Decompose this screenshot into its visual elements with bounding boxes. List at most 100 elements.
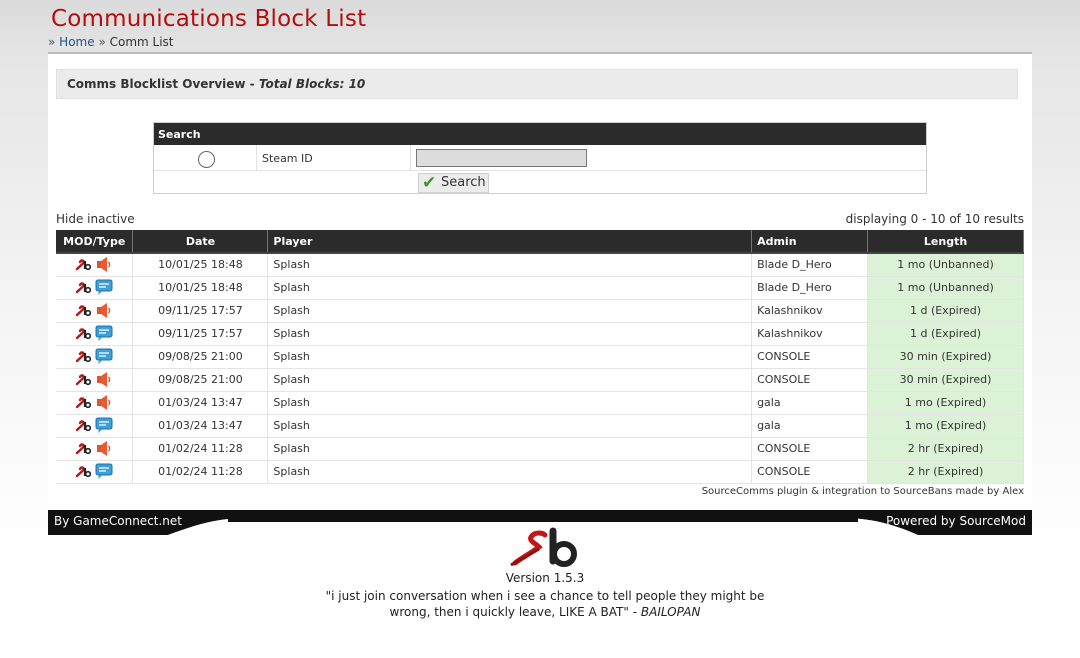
table-row[interactable]: 09/08/25 21:00 Splash CONSOLE 30 min (Expir… [56, 368, 1024, 392]
modtype-cell [56, 322, 134, 346]
date-cell: 09/08/25 21:00 [132, 368, 269, 392]
table-row[interactable]: 10/01/25 18:48 Splash Blade D_Hero 1 mo (Un… [56, 276, 1024, 300]
table-row[interactable]: 09/08/25 21:00 Splash CONSOLE 30 min (Expir… [56, 345, 1024, 369]
length-cell: 1 mo (Unbanned) [867, 276, 1024, 300]
player-cell: Splash [267, 299, 753, 323]
length-cell: 30 min (Expired) [867, 368, 1024, 392]
sourcemod-icon [75, 465, 91, 477]
table-header-row: MOD/Type Date Player Admin Length [56, 230, 1024, 253]
length-cell: 1 mo (Expired) [867, 391, 1024, 415]
table-row[interactable]: 10/01/25 18:48 Splash Blade D_Hero 1 mo (Un… [56, 252, 1024, 277]
admin-cell: CONSOLE [751, 460, 869, 484]
col-header-player: Player [267, 230, 753, 253]
table-row[interactable]: 01/02/24 11:28 Splash CONSOLE 2 hr (Expired… [56, 460, 1024, 484]
search-box: Search Steam ID ✔ Search [153, 122, 927, 194]
modtype-cell [56, 414, 134, 438]
col-header-date: Date [132, 230, 269, 253]
length-cell: 1 d (Expired) [867, 322, 1024, 346]
breadcrumb-current: Comm List [109, 35, 174, 49]
sourcemod-icon [75, 327, 91, 339]
search-row-steamid: Steam ID [154, 145, 926, 171]
hide-inactive-link[interactable]: Hide inactive [56, 212, 135, 226]
voice-mute-icon [96, 395, 111, 410]
player-cell: Splash [267, 437, 753, 461]
content-panel: Comms Blocklist Overview - Total Blocks:… [48, 52, 1032, 510]
total-blocks: Total Blocks: 10 [258, 77, 366, 91]
table-row[interactable]: 09/11/25 17:57 Splash Kalashnikov 1 d (Expi… [56, 299, 1024, 323]
radio-cell [154, 145, 257, 171]
modtype-cell [56, 252, 134, 277]
search-button-label: Search [441, 175, 486, 190]
steamid-input[interactable] [416, 149, 587, 167]
voice-mute-icon [96, 303, 111, 318]
voice-mute-icon [96, 257, 111, 273]
modtype-cell [56, 368, 134, 392]
date-cell: 01/03/24 13:47 [132, 414, 269, 438]
credit-text: SourceComms plugin & integration to Sour… [701, 486, 1024, 497]
player-cell: Splash [267, 322, 753, 346]
search-button[interactable]: ✔ Search [418, 173, 489, 193]
version-text: Version 1.5.3 [505, 571, 585, 585]
player-cell: Splash [267, 276, 753, 300]
admin-cell: CONSOLE [751, 437, 869, 461]
sourcemod-icon [75, 350, 91, 362]
modtype-cell [56, 345, 134, 369]
date-cell: 09/11/25 17:57 [132, 299, 269, 323]
admin-cell: Kalashnikov [751, 299, 869, 323]
steamid-radio[interactable] [198, 151, 215, 168]
chat-gag-icon [95, 325, 113, 341]
admin-cell: Blade D_Hero [751, 276, 869, 300]
sourcebans-logo [510, 527, 577, 567]
modtype-cell [56, 391, 134, 415]
sourcemod-icon [75, 419, 91, 431]
breadcrumb: » Home » Comm List [48, 35, 174, 49]
length-cell: 1 mo (Expired) [867, 414, 1024, 438]
steamid-label: Steam ID [257, 145, 411, 171]
sourcemod-icon [75, 259, 91, 270]
length-cell: 1 mo (Unbanned) [867, 252, 1024, 277]
col-header-admin: Admin [751, 230, 869, 253]
footer-left[interactable]: By GameConnect.net [54, 514, 182, 528]
footer-right[interactable]: Powered by SourceMod [886, 514, 1026, 528]
admin-cell: gala [751, 414, 869, 438]
table-row[interactable]: 09/11/25 17:57 Splash Kalashnikov 1 d (Expi… [56, 322, 1024, 346]
player-cell: Splash [267, 460, 753, 484]
date-cell: 01/02/24 11:28 [132, 460, 269, 484]
search-heading: Search [154, 123, 926, 145]
col-header-modtype: MOD/Type [56, 230, 134, 253]
table-row[interactable]: 01/02/24 11:28 Splash CONSOLE 2 hr (Expired… [56, 437, 1024, 461]
voice-mute-icon [96, 441, 111, 456]
breadcrumb-separator: » [98, 35, 106, 49]
date-cell: 09/11/25 17:57 [132, 322, 269, 346]
overview-bar: Comms Blocklist Overview - Total Blocks:… [56, 69, 1018, 99]
chat-gag-icon [95, 417, 113, 433]
modtype-cell [56, 299, 134, 323]
admin-cell: CONSOLE [751, 345, 869, 369]
table-row[interactable]: 01/03/24 13:47 Splash gala 1 mo (Expired) [56, 414, 1024, 438]
chat-gag-icon [95, 463, 113, 479]
admin-cell: Blade D_Hero [751, 252, 869, 277]
sourcemod-icon [75, 281, 91, 293]
player-cell: Splash [267, 414, 753, 438]
overview-label: Comms Blocklist Overview - [67, 77, 259, 91]
sourcemod-icon [75, 396, 91, 408]
player-cell: Splash [267, 368, 753, 392]
page-title: Communications Block List [51, 6, 367, 32]
player-cell: Splash [267, 252, 753, 277]
sourcemod-icon [75, 442, 91, 454]
admin-cell: Kalashnikov [751, 322, 869, 346]
date-cell: 01/02/24 11:28 [132, 437, 269, 461]
length-cell: 2 hr (Expired) [867, 437, 1024, 461]
length-cell: 2 hr (Expired) [867, 460, 1024, 484]
table-row[interactable]: 01/03/24 13:47 Splash gala 1 mo (Expired) [56, 391, 1024, 415]
breadcrumb-home-link[interactable]: Home [59, 35, 94, 49]
voice-mute-icon [96, 372, 111, 387]
length-cell: 1 d (Expired) [867, 299, 1024, 323]
date-cell: 01/03/24 13:47 [132, 391, 269, 415]
results-info: displaying 0 - 10 of 10 results [845, 212, 1024, 226]
chat-gag-icon [95, 279, 113, 295]
footer-quote: "i just join conversation when i see a c… [310, 588, 780, 620]
checkmark-icon: ✔ [422, 173, 437, 193]
admin-cell: CONSOLE [751, 368, 869, 392]
sourcemod-icon [75, 373, 91, 385]
